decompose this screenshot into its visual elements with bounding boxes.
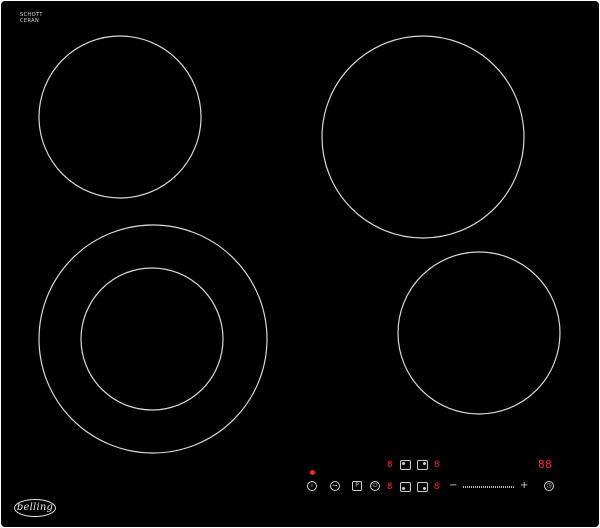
- key-lock-icon[interactable]: ⊶: [330, 481, 340, 491]
- zone-digit-front-left: 8: [387, 482, 393, 492]
- zone-marker-icon: [423, 487, 426, 490]
- power-icon[interactable]: ⏻: [370, 481, 380, 491]
- zone-marker-icon: [423, 462, 426, 465]
- zone-select-rear-left[interactable]: [400, 460, 411, 470]
- zone-digit-rear-right: 8: [434, 460, 440, 470]
- clock-icon[interactable]: ◷: [544, 481, 554, 491]
- plus-button[interactable]: +: [520, 481, 528, 491]
- zone-rear-right: [321, 35, 525, 239]
- timer-display: 88: [538, 458, 553, 471]
- zone-marker-icon: [402, 462, 405, 465]
- power-level-slider[interactable]: [463, 486, 515, 488]
- zone-front-left-outer: [38, 224, 268, 454]
- cooking-zones: [38, 35, 561, 454]
- zone-rear-left: [38, 35, 202, 199]
- zone-marker-icon: [402, 487, 405, 490]
- brand-logo: belling: [14, 499, 56, 517]
- zone-front-left-inner: [80, 267, 224, 411]
- zone-digit-rear-left: 8: [387, 460, 393, 470]
- zone-front-right: [397, 251, 561, 415]
- minus-button[interactable]: −: [449, 481, 457, 491]
- power-indicator-dot: [310, 470, 315, 475]
- zone-digit-front-right: 8: [434, 482, 440, 492]
- zone-select-rear-right[interactable]: [417, 460, 428, 470]
- zone-select-front-left[interactable]: [400, 482, 411, 492]
- boost-icon[interactable]: P: [352, 481, 362, 491]
- zone-select-front-right[interactable]: [417, 482, 428, 492]
- info-icon[interactable]: i: [307, 481, 317, 491]
